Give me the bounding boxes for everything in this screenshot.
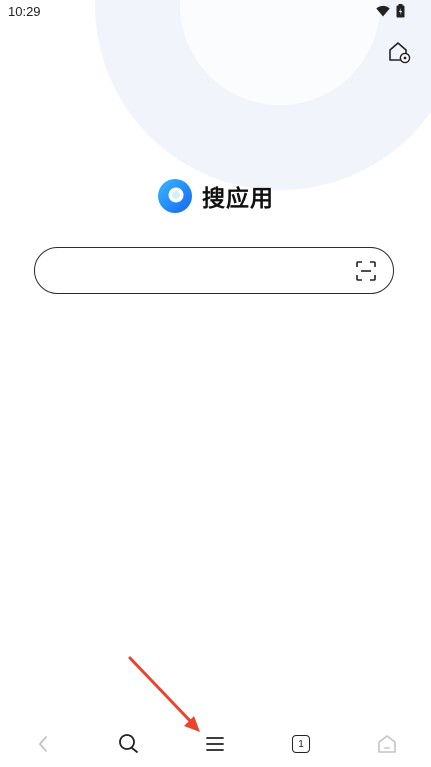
nav-menu-button[interactable]: [200, 730, 230, 758]
search-icon: [119, 734, 138, 753]
nav-home-button[interactable]: [372, 730, 402, 758]
tabs-count: 1: [298, 738, 304, 750]
menu-icon: [206, 737, 224, 751]
nav-tabs-button[interactable]: 1: [286, 730, 316, 758]
wifi-icon: [376, 5, 390, 17]
bottom-navigation-bar: 1: [0, 722, 431, 767]
status-time: 10:29: [8, 4, 41, 19]
brand-header: 搜应用: [0, 176, 431, 216]
nav-search-button[interactable]: [114, 730, 144, 758]
battery-icon: [396, 4, 405, 18]
status-bar: 10:29: [0, 0, 431, 26]
tabs-icon: 1: [292, 735, 310, 753]
brand-logo-icon: [158, 179, 192, 213]
search-box[interactable]: [34, 247, 394, 294]
home-icon: [378, 735, 396, 753]
back-icon: [39, 736, 47, 752]
brand-title: 搜应用: [202, 185, 274, 211]
nav-back-button[interactable]: [28, 730, 58, 758]
search-input[interactable]: [53, 258, 357, 284]
scan-icon[interactable]: [355, 260, 377, 282]
home-gear-icon[interactable]: [385, 38, 413, 66]
app-screen: 10:29 搜应用 1: [0, 0, 431, 767]
